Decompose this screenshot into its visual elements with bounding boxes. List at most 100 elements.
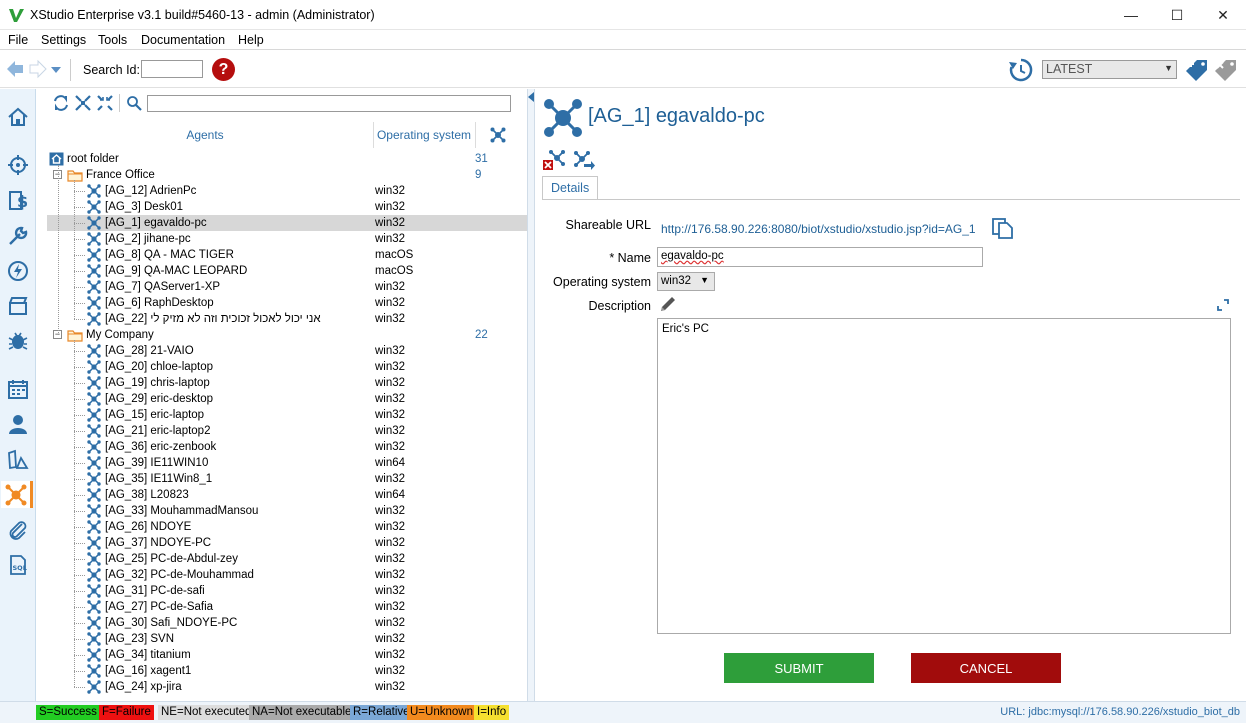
version-select[interactable]: LATEST ▼: [1042, 60, 1177, 79]
agent-icon: [87, 312, 101, 326]
tree-guide: [74, 607, 85, 608]
collapse-all-icon[interactable]: [97, 95, 113, 111]
column-header-os[interactable]: Operating system: [373, 122, 475, 148]
tree-agent-row[interactable]: [AG_30] Safi_NDOYE-PC win32: [47, 615, 531, 631]
tab-details[interactable]: Details: [542, 176, 599, 200]
tree-agent-row[interactable]: [AG_21] eric-laptop2 win32: [47, 423, 531, 439]
help-icon[interactable]: ?: [212, 58, 235, 81]
menu-help[interactable]: Help: [238, 33, 264, 47]
home-module-icon[interactable]: [4, 103, 31, 130]
tree-agent-row[interactable]: [AG_34] titanium win32: [47, 647, 531, 663]
tree-agent-row[interactable]: [AG_7] QAServer1-XP win32: [47, 279, 531, 295]
tree-root-folder[interactable]: root folder 31: [47, 151, 531, 167]
agents-module-icon[interactable]: [1, 481, 33, 508]
agent-label: [AG_28] 21-VAIO: [105, 345, 194, 357]
tests-module-icon[interactable]: [4, 257, 31, 284]
menu-tools[interactable]: Tools: [98, 33, 127, 47]
history-dropdown-icon[interactable]: [50, 65, 62, 75]
sql-module-icon[interactable]: SQL: [4, 551, 31, 578]
tree-guide: [74, 591, 85, 592]
chevron-down-icon: ▼: [1164, 63, 1173, 73]
requirements-module-icon[interactable]: [4, 151, 31, 178]
svg-text:$: $: [17, 192, 28, 211]
agent-icon: [87, 264, 101, 278]
tree-agent-row[interactable]: [AG_24] xp-jira win32: [47, 679, 531, 695]
bugs-module-icon[interactable]: [4, 327, 31, 354]
menu-documentation[interactable]: Documentation: [141, 33, 225, 47]
move-agent-icon[interactable]: [572, 149, 596, 171]
attachments-module-icon[interactable]: [4, 516, 31, 543]
tree-agent-row[interactable]: [AG_16] xagent1 win32: [47, 663, 531, 679]
tree-agent-row[interactable]: [AG_1] egavaldo-pc win32: [47, 215, 531, 231]
tree-agent-row[interactable]: [AG_35] IE11Win8_1 win32: [47, 471, 531, 487]
column-header-agents[interactable]: Agents: [37, 122, 373, 148]
tree-agent-row[interactable]: [AG_19] chris-laptop win32: [47, 375, 531, 391]
minimize-button[interactable]: —: [1108, 0, 1154, 30]
tree-agent-row[interactable]: [AG_37] NDOYE-PC win32: [47, 535, 531, 551]
search-id-input[interactable]: [141, 60, 203, 78]
tree-guide: [74, 271, 85, 272]
menu-file[interactable]: File: [8, 33, 28, 47]
tree-agent-row[interactable]: [AG_22] אני יכול לאכול זכוכית וזה לא מזי…: [47, 311, 531, 327]
tree-agent-row[interactable]: [AG_33] MouhammadMansou win32: [47, 503, 531, 519]
cancel-button[interactable]: CANCEL: [911, 653, 1061, 683]
tree-agent-row[interactable]: [AG_29] eric-desktop win32: [47, 391, 531, 407]
back-arrow-icon[interactable]: [5, 59, 25, 79]
agent-label: [AG_2] jihane-pc: [105, 233, 191, 245]
agent-os: win32: [375, 233, 406, 245]
tree-search-input[interactable]: [147, 95, 511, 112]
tree-agent-row[interactable]: [AG_15] eric-laptop win32: [47, 407, 531, 423]
refresh-tree-icon[interactable]: [53, 95, 69, 111]
tree-agent-row[interactable]: [AG_20] chloe-laptop win32: [47, 359, 531, 375]
tree-agent-row[interactable]: [AG_6] RaphDesktop win32: [47, 295, 531, 311]
collapse-left-icon[interactable]: [528, 92, 535, 102]
tree-agent-row[interactable]: [AG_12] AdrienPc win32: [47, 183, 531, 199]
tree-agent-row[interactable]: [AG_23] SVN win32: [47, 631, 531, 647]
description-textarea[interactable]: Eric's PC: [657, 318, 1231, 634]
shareable-url-link[interactable]: http://176.58.90.226:8080/biot/xstudio/x…: [661, 222, 976, 236]
svg-text:SQL: SQL: [12, 564, 26, 572]
users-module-icon[interactable]: [4, 410, 31, 437]
campaigns-module-icon[interactable]: [4, 292, 31, 319]
column-header-count[interactable]: [475, 122, 521, 148]
tree-folder[interactable]: − France Office 9: [47, 167, 531, 183]
menu-settings[interactable]: Settings: [41, 33, 86, 47]
agents-tree-panel: Agents Operating system root folder 31− Fr…: [37, 89, 531, 701]
forward-arrow-icon[interactable]: [28, 59, 48, 79]
tree-agent-row[interactable]: [AG_39] IE11WIN10 win64: [47, 455, 531, 471]
name-input[interactable]: egavaldo-pc: [657, 247, 983, 267]
window-title: XStudio Enterprise v3.1 build#5460-13 - …: [30, 8, 375, 22]
tree-agent-row[interactable]: [AG_26] NDOYE win32: [47, 519, 531, 535]
tree-agent-row[interactable]: [AG_3] Desk01 win32: [47, 199, 531, 215]
calendar-module-icon[interactable]: [4, 375, 31, 402]
tree-agent-row[interactable]: [AG_32] PC-de-Mouhammad win32: [47, 567, 531, 583]
expand-editor-icon[interactable]: [1216, 298, 1230, 312]
remove-tag-icon[interactable]: [1214, 58, 1238, 82]
tree-agent-row[interactable]: [AG_36] eric-zenbook win32: [47, 439, 531, 455]
close-button[interactable]: ✕: [1200, 0, 1246, 30]
submit-button[interactable]: SUBMIT: [724, 653, 874, 683]
tree-agent-row[interactable]: [AG_25] PC-de-Abdul-zey win32: [47, 551, 531, 567]
tree-agent-row[interactable]: [AG_2] jihane-pc win32: [47, 231, 531, 247]
copy-icon[interactable]: [991, 217, 1015, 239]
delete-agent-icon[interactable]: [543, 149, 567, 171]
sut-module-icon[interactable]: [4, 222, 31, 249]
add-tag-icon[interactable]: [1185, 58, 1209, 82]
assets-module-icon[interactable]: [4, 445, 31, 472]
tree-agent-row[interactable]: [AG_8] QA - MAC TIGER macOS: [47, 247, 531, 263]
refresh-history-icon[interactable]: [1008, 57, 1034, 83]
os-select[interactable]: win32 ▼: [657, 272, 715, 291]
panel-splitter[interactable]: [527, 89, 535, 701]
tree-folder-label: My Company: [86, 329, 154, 341]
edit-pencil-icon[interactable]: [658, 294, 678, 314]
tree-agent-row[interactable]: [AG_28] 21-VAIO win32: [47, 343, 531, 359]
tree-agent-row[interactable]: [AG_27] PC-de-Safia win32: [47, 599, 531, 615]
specifications-module-icon[interactable]: $: [4, 186, 31, 213]
tree-agent-row[interactable]: [AG_9] QA-MAC LEOPARD macOS: [47, 263, 531, 279]
tree-guide: [74, 639, 85, 640]
tree-folder[interactable]: − My Company 22: [47, 327, 531, 343]
tree-agent-row[interactable]: [AG_31] PC-de-safi win32: [47, 583, 531, 599]
tree-agent-row[interactable]: [AG_38] L20823 win64: [47, 487, 531, 503]
maximize-button[interactable]: ☐: [1154, 0, 1200, 30]
expand-all-icon[interactable]: [75, 95, 91, 111]
